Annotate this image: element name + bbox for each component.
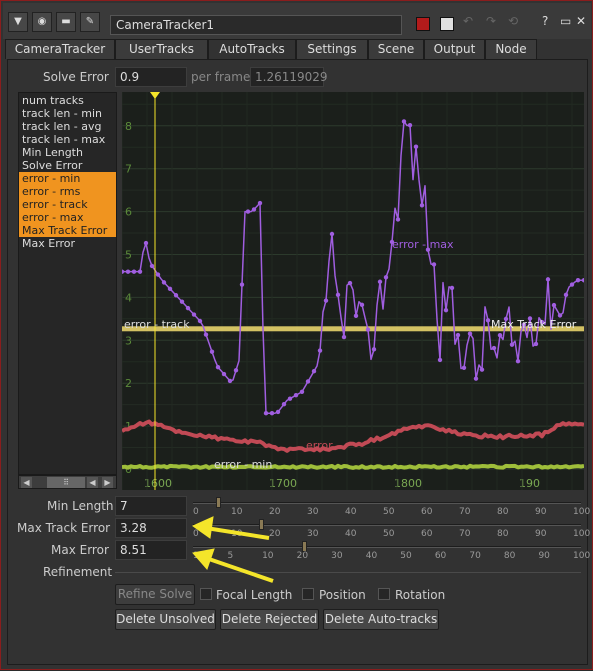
arrow-to-max-track-error [191,516,270,540]
annotation-arrows [191,516,274,583]
arrow-to-max-error [192,548,274,583]
camera-tracker-panel: ▼ ◉ ▬ ✎ CameraTracker1 ↶ ↷ ⟲ ? ▭ ✕ Camer… [0,0,593,670]
